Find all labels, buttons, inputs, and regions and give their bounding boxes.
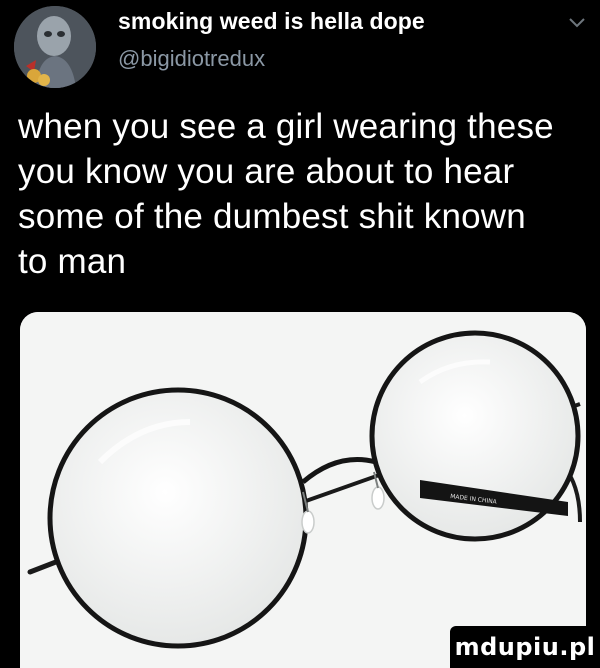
round-glasses-image: MADE IN CHINA [20, 312, 586, 668]
watermark-text: mdupiu.pl [454, 633, 596, 661]
tweet-header: smoking weed is hella dope @bigidiotredu… [0, 0, 600, 90]
author-display-name[interactable]: smoking weed is hella dope [118, 8, 425, 35]
tweet-text-line: when you see a girl wearing these [18, 107, 554, 146]
tweet: smoking weed is hella dope @bigidiotredu… [0, 0, 600, 668]
tweet-media[interactable]: MADE IN CHINA [20, 312, 586, 668]
chevron-down-icon[interactable] [568, 16, 586, 30]
avatar-image [14, 6, 96, 88]
tweet-text-line: to man [18, 242, 127, 281]
tweet-text-line: you know you are about to hear [18, 152, 515, 191]
avatar[interactable] [14, 6, 96, 88]
author-handle[interactable]: @bigidiotredux [118, 46, 265, 72]
tweet-text-line: some of the dumbest shit known [18, 197, 526, 236]
watermark: mdupiu.pl [450, 626, 600, 668]
tweet-text: when you see a girl wearing these you kn… [18, 104, 588, 284]
